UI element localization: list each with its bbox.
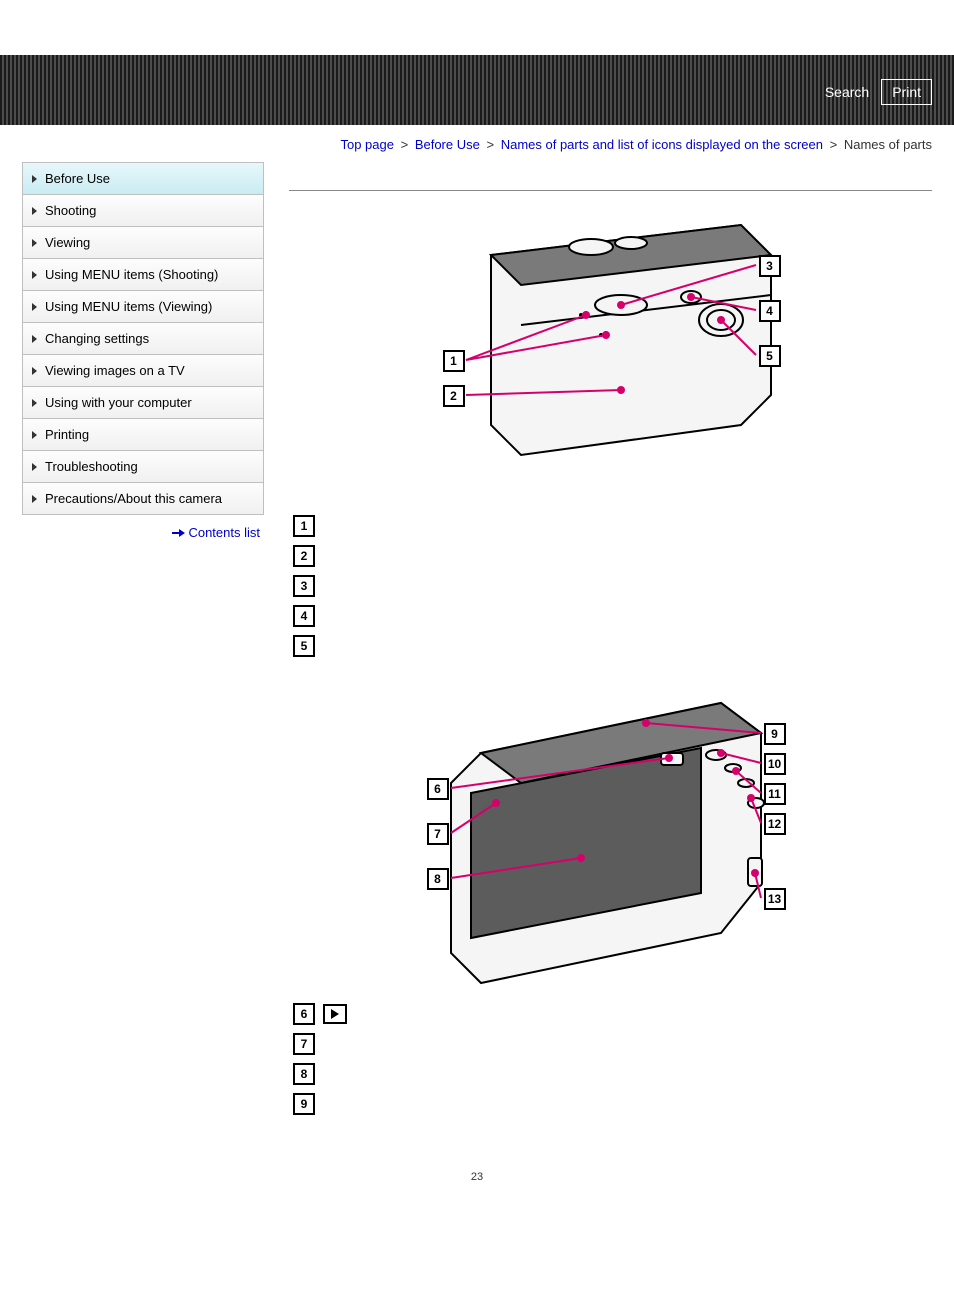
callout-12: 12: [764, 813, 786, 835]
legend-row: 9: [293, 1093, 932, 1115]
legend-num-9: 9: [293, 1093, 315, 1115]
nav-item-shooting[interactable]: Shooting: [23, 195, 263, 227]
nav-item-precautions[interactable]: Precautions/About this camera: [23, 483, 263, 515]
legend-row: 6: [293, 1003, 932, 1025]
legend-back: 6 7 8 9: [293, 1003, 932, 1115]
callout-6: 6: [427, 778, 449, 800]
legend-row: 5: [293, 635, 932, 657]
search-link[interactable]: Search: [825, 84, 869, 100]
main-content: 1 2 3 4 5 1 2 3 4 5: [289, 162, 932, 1141]
callout-1: 1: [443, 350, 465, 372]
nav-list: Before Use Shooting Viewing Using MENU i…: [22, 162, 264, 515]
legend-row: 2: [293, 545, 932, 567]
divider: [289, 190, 932, 191]
legend-num-7: 7: [293, 1033, 315, 1055]
legend-num-8: 8: [293, 1063, 315, 1085]
legend-num-6: 6: [293, 1003, 315, 1025]
nav-item-printing[interactable]: Printing: [23, 419, 263, 451]
legend-num-3: 3: [293, 575, 315, 597]
contents-list-link[interactable]: Contents list: [188, 525, 260, 540]
breadcrumb-separator: >: [398, 137, 412, 152]
breadcrumb-top[interactable]: Top page: [340, 137, 394, 152]
callout-7: 7: [427, 823, 449, 845]
sidebar: Before Use Shooting Viewing Using MENU i…: [22, 162, 264, 540]
callout-2: 2: [443, 385, 465, 407]
legend-num-5: 5: [293, 635, 315, 657]
nav-item-menu-viewing[interactable]: Using MENU items (Viewing): [23, 291, 263, 323]
breadcrumb-separator: >: [827, 137, 841, 152]
legend-row: 7: [293, 1033, 932, 1055]
print-button[interactable]: Print: [881, 79, 932, 105]
nav-item-before-use[interactable]: Before Use: [23, 163, 263, 195]
nav-item-viewing-tv[interactable]: Viewing images on a TV: [23, 355, 263, 387]
legend-num-1: 1: [293, 515, 315, 537]
callout-13: 13: [764, 888, 786, 910]
callout-8: 8: [427, 868, 449, 890]
breadcrumb: Top page > Before Use > Names of parts a…: [0, 125, 954, 152]
nav-item-changing-settings[interactable]: Changing settings: [23, 323, 263, 355]
camera-front-diagram: 1 2 3 4 5: [421, 215, 801, 505]
legend-row: 4: [293, 605, 932, 627]
playback-icon: [323, 1004, 347, 1024]
header-bar: Search Print: [0, 55, 954, 125]
breadcrumb-separator: >: [483, 137, 497, 152]
breadcrumb-current: Names of parts: [844, 137, 932, 152]
legend-num-4: 4: [293, 605, 315, 627]
callout-11: 11: [764, 783, 786, 805]
legend-row: 3: [293, 575, 932, 597]
arrow-right-icon: [172, 529, 185, 538]
callout-3: 3: [759, 255, 781, 277]
nav-item-using-computer[interactable]: Using with your computer: [23, 387, 263, 419]
legend-front: 1 2 3 4 5: [293, 515, 932, 657]
page-number: 23: [0, 1171, 954, 1183]
contents-list-wrap: Contents list: [22, 515, 264, 540]
callout-5: 5: [759, 345, 781, 367]
breadcrumb-before-use[interactable]: Before Use: [415, 137, 480, 152]
legend-num-2: 2: [293, 545, 315, 567]
nav-item-menu-shooting[interactable]: Using MENU items (Shooting): [23, 259, 263, 291]
callout-10: 10: [764, 753, 786, 775]
legend-row: 8: [293, 1063, 932, 1085]
nav-item-viewing[interactable]: Viewing: [23, 227, 263, 259]
legend-row: 1: [293, 515, 932, 537]
breadcrumb-list-icons[interactable]: Names of parts and list of icons display…: [501, 137, 823, 152]
callout-9: 9: [764, 723, 786, 745]
callout-4: 4: [759, 300, 781, 322]
nav-item-troubleshooting[interactable]: Troubleshooting: [23, 451, 263, 483]
camera-back-diagram: 6 7 8 9 10 11 12 13: [421, 683, 801, 993]
